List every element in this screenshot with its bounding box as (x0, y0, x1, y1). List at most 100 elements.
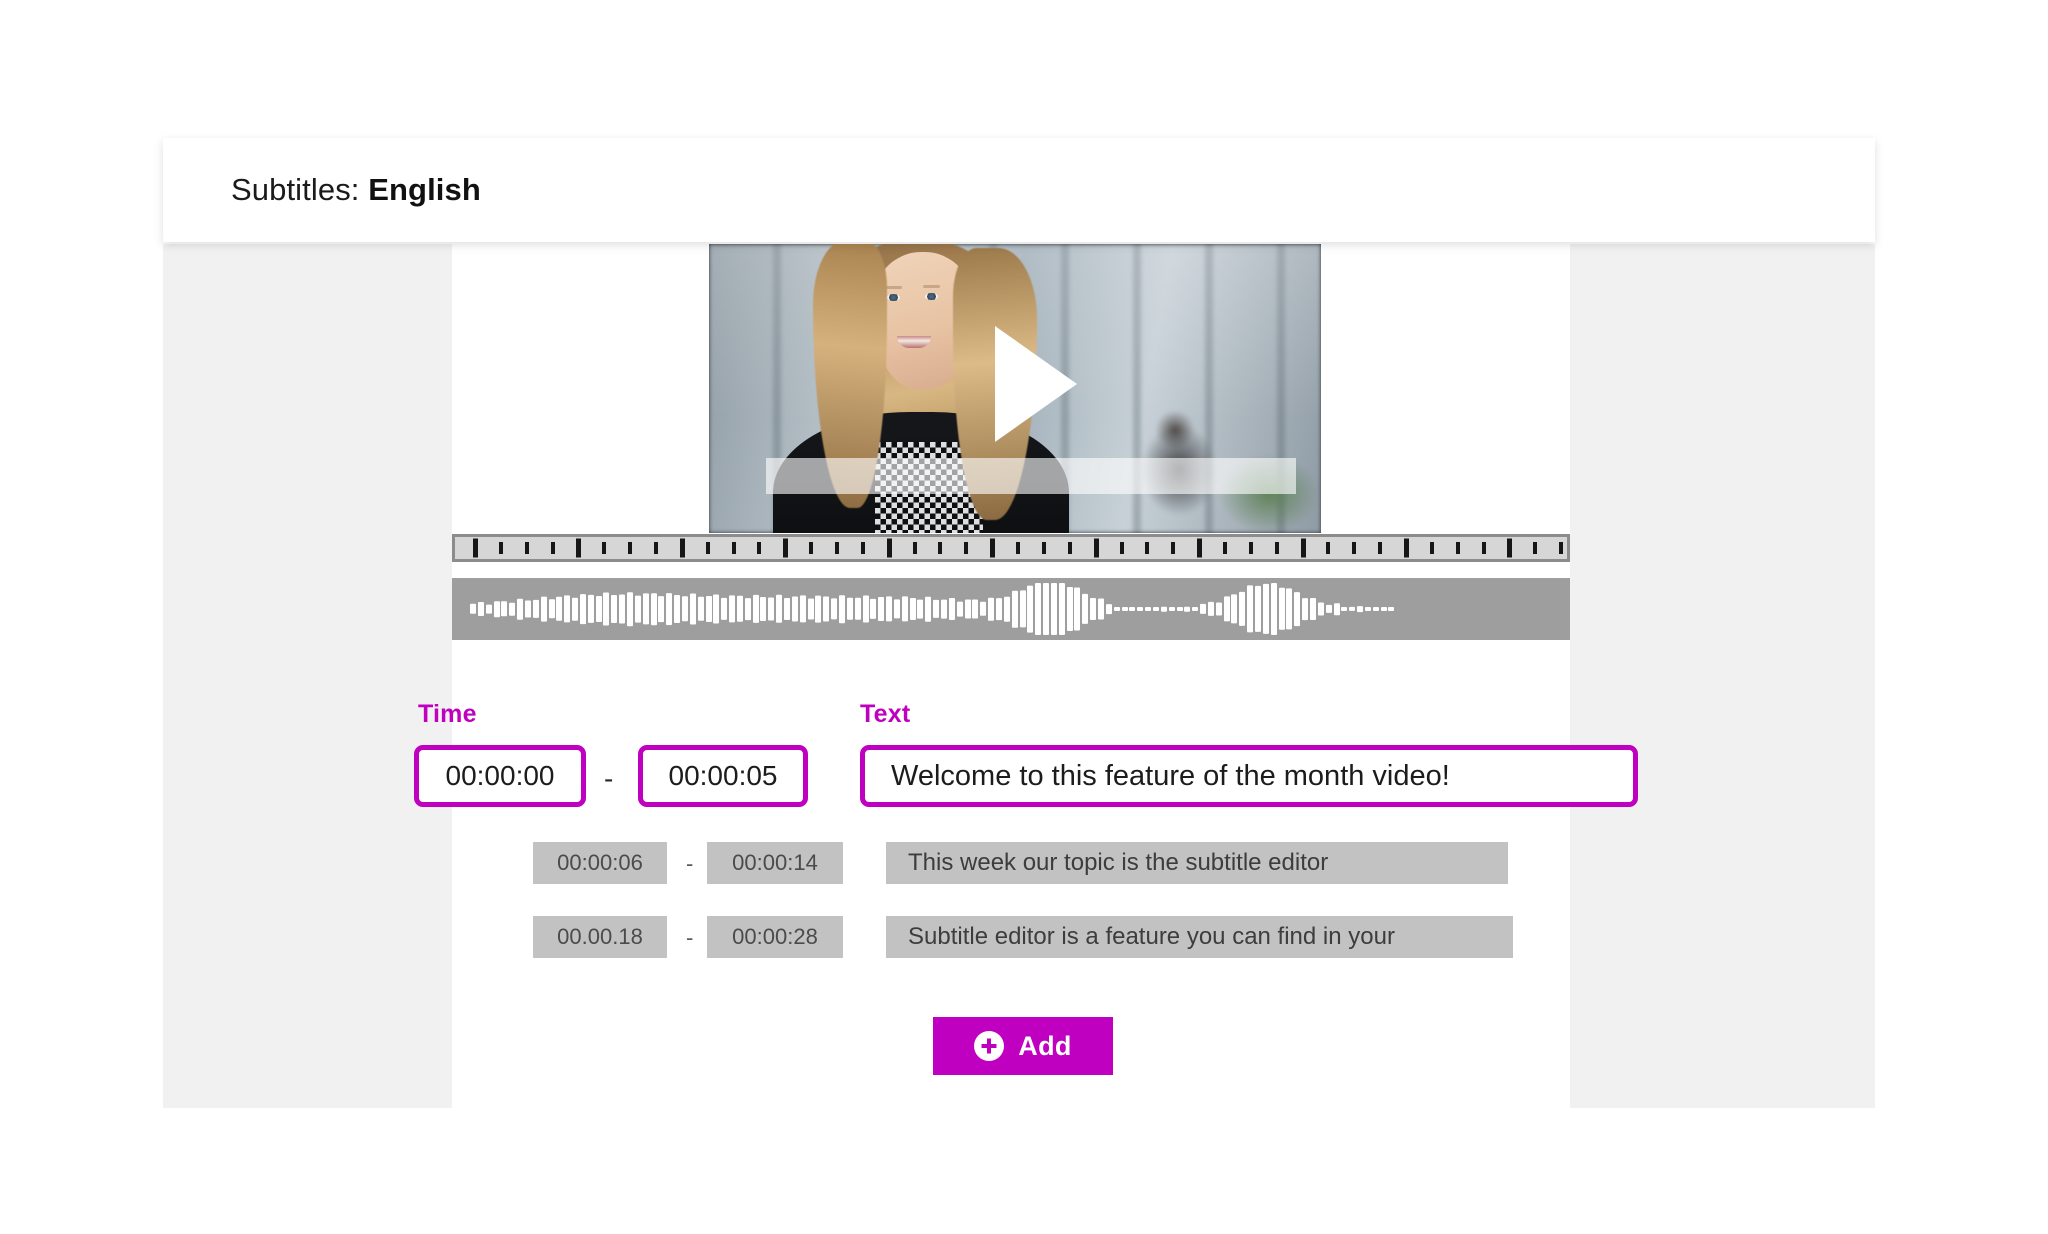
waveform-bar (784, 598, 790, 620)
waveform-bar (1349, 606, 1356, 612)
waveform-bar (611, 595, 618, 623)
waveform-bar (1152, 607, 1159, 611)
page-title-prefix: Subtitles: (231, 172, 360, 207)
subtitle-text-input[interactable]: Welcome to this feature of the month vid… (860, 745, 1638, 807)
add-button-label: Add (1018, 1030, 1072, 1061)
ruler-tick-minor (835, 542, 840, 554)
waveform-bar (1325, 604, 1332, 614)
waveform-bar (603, 592, 610, 626)
ruler-tick-major (1093, 538, 1099, 558)
waveform-bar (1137, 607, 1144, 611)
ruler-tick-minor (1481, 542, 1486, 554)
ruler-tick-minor (1145, 542, 1150, 554)
waveform-bar (815, 595, 822, 623)
waveform-bar (1207, 601, 1214, 617)
subtitle-text-value[interactable]: Subtitle editor is a feature you can fin… (886, 916, 1513, 958)
waveform-bar (1333, 603, 1340, 615)
waveform-bar (1050, 583, 1057, 635)
ruler-tick-minor (757, 542, 762, 554)
audio-waveform[interactable] (452, 578, 1570, 640)
waveform-bar (548, 599, 555, 619)
start-time-value[interactable]: 00.00.18 (533, 916, 667, 958)
end-time-value[interactable]: 00:00:28 (707, 916, 843, 958)
waveform-bar (470, 603, 476, 615)
video-player[interactable] (709, 244, 1321, 533)
ruler-tick-minor (1455, 542, 1460, 554)
waveform-bar (1302, 598, 1309, 620)
waveform-bar (564, 595, 571, 623)
waveform-bar (736, 595, 743, 623)
waveform-bar (744, 598, 751, 620)
waveform-bar (587, 594, 594, 624)
waveform-bar (1200, 603, 1207, 615)
waveform-bar (870, 598, 877, 620)
waveform-bar (909, 597, 916, 621)
video-progress-bar[interactable] (766, 458, 1296, 494)
waveform-bar (854, 597, 861, 621)
waveform-bar (752, 594, 759, 624)
subject-eye-right (925, 293, 938, 300)
waveform-bar (776, 594, 783, 624)
waveform-bar (823, 596, 830, 622)
ruler-tick-minor (1041, 542, 1046, 554)
waveform-bar (493, 601, 500, 617)
ruler-tick-minor (1248, 542, 1253, 554)
waveform-bar (1231, 594, 1238, 624)
waveform-bar (627, 592, 633, 626)
time-range-separator: - (686, 851, 694, 876)
waveform-bar (540, 596, 547, 622)
ruler-tick-major (783, 538, 789, 558)
ruler-tick-major (990, 538, 996, 558)
waveform-bar (634, 595, 641, 623)
waveform-bar (1317, 602, 1324, 616)
waveform-bar (1160, 606, 1167, 612)
plus-circle-icon (974, 1031, 1005, 1061)
waveform-bar (1262, 583, 1269, 635)
waveform-bar (642, 593, 649, 625)
waveform-bar (705, 595, 712, 623)
ruler-tick-minor (809, 542, 814, 554)
column-labels: Time Text (0, 700, 2048, 734)
waveform-bar (1364, 607, 1371, 611)
ruler-tick-minor (860, 542, 865, 554)
ruler-tick-minor (524, 542, 529, 554)
waveform-bar (1294, 592, 1301, 626)
play-triangle-icon[interactable] (995, 326, 1077, 442)
waveform-bar (713, 594, 720, 624)
subtitle-text-value[interactable]: This week our topic is the subtitle edit… (886, 842, 1508, 884)
subtitle-editor-page: Subtitles: English Time Text 00:00:00 - … (0, 0, 2048, 1234)
start-time-input[interactable]: 00:00:00 (414, 745, 586, 807)
ruler-tick-minor (1016, 542, 1021, 554)
ruler-tick-minor (1067, 542, 1072, 554)
waveform-bar (846, 597, 853, 621)
end-time-value[interactable]: 00:00:14 (707, 842, 843, 884)
waveform-bar (650, 593, 657, 625)
end-time-input[interactable]: 00:00:05 (638, 745, 808, 807)
waveform-bar (807, 598, 814, 620)
start-time-value[interactable]: 00:00:06 (533, 842, 667, 884)
waveform-bar (1098, 598, 1104, 620)
waveform-bar (689, 593, 696, 625)
waveform-bar (1309, 598, 1316, 620)
ruler-tick-minor (1222, 542, 1227, 554)
ruler-tick-minor (498, 542, 503, 554)
waveform-bar (1027, 585, 1034, 633)
waveform-bar (1341, 607, 1348, 611)
waveform-bar (862, 595, 869, 623)
add-subtitle-button[interactable]: Add (933, 1017, 1113, 1075)
ruler-tick-minor (964, 542, 969, 554)
ruler-tick-minor (731, 542, 736, 554)
waveform-bar (1184, 606, 1191, 612)
text-column-label: Text (860, 700, 911, 728)
waveform-bar (1035, 583, 1042, 635)
waveform-bar (1278, 587, 1285, 631)
timeline-ruler[interactable] (452, 534, 1570, 562)
waveform-bar (477, 601, 484, 617)
waveform-bar (1388, 607, 1395, 611)
waveform-bar (556, 596, 563, 622)
ruler-tick-minor (705, 542, 710, 554)
waveform-bar (729, 595, 736, 623)
ruler-tick-major (679, 538, 685, 558)
waveform-bar (956, 601, 963, 617)
waveform-bar (681, 596, 688, 622)
